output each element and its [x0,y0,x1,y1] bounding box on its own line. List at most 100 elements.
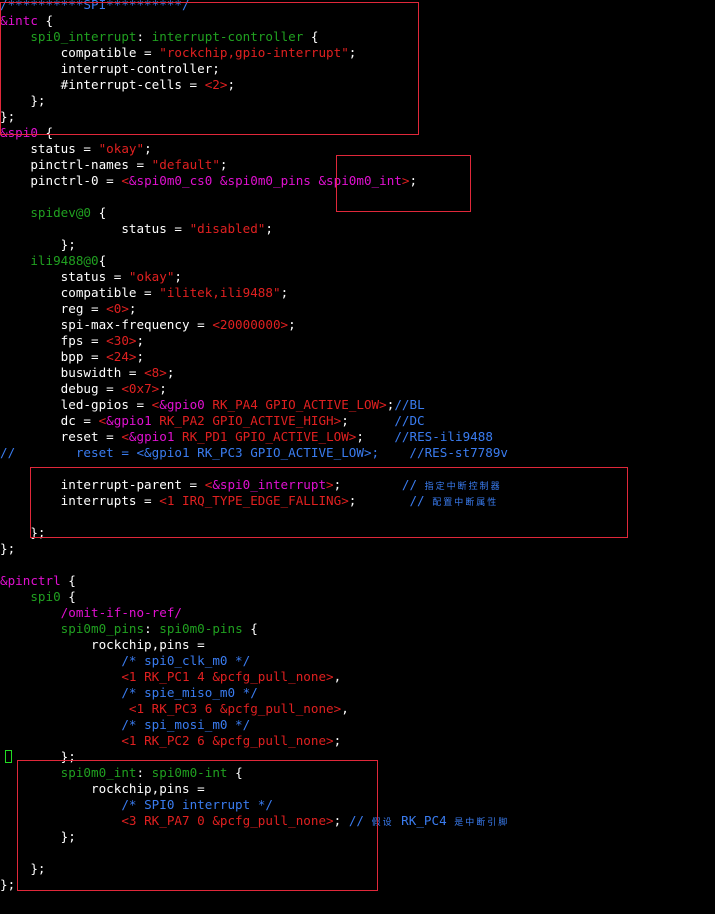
code-token: //DC [394,413,425,428]
code-token: spi-max-frequency = [0,317,213,332]
code-token: ili9488@0 [30,253,99,268]
code-token: <24> [106,349,137,364]
code-token: /* spie_miso_m0 */ [121,685,258,700]
code-line: pinctrl-names = "default"; [0,157,227,173]
code-token: ; [288,317,296,332]
highlight-box-spi0m0-int-node [17,760,378,891]
code-token: /omit-if-no-ref/ [60,605,182,620]
cursor [5,750,12,763]
code-token: ; [136,349,145,364]
code-token: <1 RK_PC1 4 &pcfg_pull_none> [121,669,334,684]
code-token: }; [0,877,16,892]
code-token: fps = [0,333,107,348]
code-token: spi0m0-pins [159,621,243,636]
code-token: , [341,701,349,716]
code-token: { [60,573,76,588]
code-line: dc = <&gpio1 RK_PA2 GPIO_ACTIVE_HIGH>; /… [0,413,425,429]
code-token: "disabled" [189,221,266,236]
code-token: <8> [144,365,167,380]
code-line: status = "okay"; [0,141,152,157]
code-token: ; [174,269,182,284]
code-token: ; [128,301,137,316]
code-line: <1 RK_PC3 6 &pcfg_pull_none>, [0,701,349,717]
code-token: <20000000> [212,317,289,332]
code-token: { [242,621,258,636]
highlight-box-spi0m0-int-ref [336,155,471,212]
highlight-box-intc-block [0,2,419,135]
code-token: ; [265,221,273,236]
code-token: reg = [0,301,107,316]
code-token: &gpio1 [128,429,175,444]
code-token: status = [0,269,129,284]
code-token: /* spi0_clk_m0 */ [121,653,251,668]
code-token: spi0m0_pins [60,621,145,636]
code-line: spi0 { [0,589,76,605]
code-token: compatible = [0,285,160,300]
code-token: RK_PD1 GPIO_ACTIVE_LOW> [174,429,357,444]
code-token: RK_PC4 [393,813,455,828]
code-line: /omit-if-no-ref/ [0,605,182,621]
code-token: ; [166,365,175,380]
code-line: bpp = <24>; [0,349,144,365]
code-line: status = "okay"; [0,269,182,285]
code-line: &pinctrl { [0,573,76,589]
code-token: ; [144,141,152,156]
code-token: &gpio1 [106,413,152,428]
code-token: 是中断引脚 [454,818,510,828]
code-token: }; [0,541,16,556]
code-token: < [121,429,129,444]
code-token: ; [159,381,167,396]
code-line: spi0m0_pins: spi0m0-pins { [0,621,258,637]
code-token: <30> [106,333,137,348]
code-token: "default" [151,157,220,172]
code-line: ili9488@0{ [0,253,106,269]
code-token: pinctrl-names = [0,157,152,172]
code-line: /* spi0_clk_m0 */ [0,653,250,669]
code-token: spi0 [30,589,61,604]
code-token: { [91,205,107,220]
code-token: { [98,253,107,268]
code-token: rockchip,pins = [0,637,205,652]
code-token: //RES-ili9488 [394,429,493,444]
code-token: <1 RK_PC3 6 &pcfg_pull_none> [128,701,342,716]
code-token: "ilitek,ili9488" [159,285,281,300]
code-token: <0x7> [121,381,160,396]
code-line: buswidth = <8>; [0,365,175,381]
code-line: /* spi_mosi_m0 */ [0,717,250,733]
code-line: reg = <0>; [0,301,137,317]
code-line: <1 RK_PC1 4 &pcfg_pull_none>, [0,669,341,685]
code-token: RK_PA2 GPIO_ACTIVE_HIGH> [151,413,342,428]
code-token: "okay" [128,269,175,284]
code-line: rockchip,pins = [0,637,205,653]
code-token: <0> [106,301,129,316]
code-token: buswidth = [0,365,145,380]
code-token: dc = [0,413,99,428]
code-token: < [121,173,129,188]
code-line: reset = <&gpio1 RK_PD1 GPIO_ACTIVE_LOW>;… [0,429,493,445]
code-line: spi-max-frequency = <20000000>; [0,317,296,333]
code-line: led-gpios = <&gpio0 RK_PA4 GPIO_ACTIVE_L… [0,397,425,413]
code-token: ; [356,429,395,444]
code-token: ; [280,285,289,300]
code-line: }; [0,877,15,893]
code-token: : [144,621,160,636]
code-line: compatible = "ilitek,ili9488"; [0,285,289,301]
code-line: }; [0,237,76,253]
code-line: fps = <30>; [0,333,144,349]
code-line: }; [0,541,15,557]
code-token: status = [0,221,190,236]
code-token: RK_PA4 GPIO_ACTIVE_LOW> [204,397,387,412]
code-token: reset = [0,429,122,444]
code-token: pinctrl-0 = [0,173,122,188]
code-token: /* spi_mosi_m0 */ [121,717,251,732]
code-token: led-gpios = [0,397,152,412]
code-token: , [333,669,342,684]
code-token: &gpio0 [159,397,205,412]
